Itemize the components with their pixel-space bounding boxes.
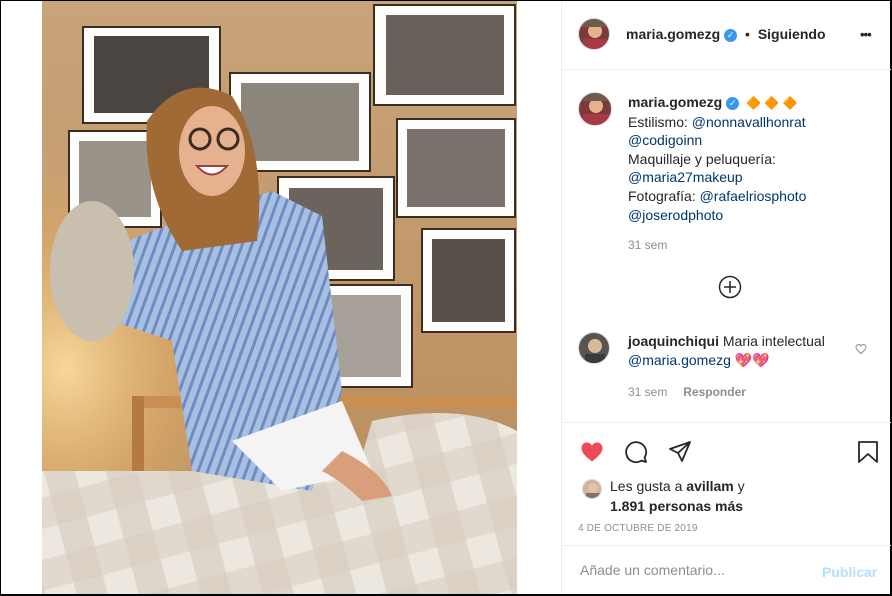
post-date[interactable]: 4 DE OCTUBRE DE 2019 xyxy=(578,523,698,534)
likes-count-link[interactable]: 1.891 personas más xyxy=(610,498,743,514)
post-photo[interactable] xyxy=(42,1,517,594)
more-options-label: ••• xyxy=(860,27,872,42)
add-comment-bar: Publicar xyxy=(562,545,891,595)
following-button[interactable]: Siguiendo xyxy=(758,26,826,42)
comment-emoji: 💖💖 xyxy=(734,351,770,368)
caption-author-username[interactable]: maria.gomezg xyxy=(628,94,722,110)
mention-codigoinn[interactable]: @codigoinn xyxy=(628,131,868,150)
comment-meta: 31 sem Responder xyxy=(628,382,848,402)
mention-maria27makeup[interactable]: @maria27makeup xyxy=(628,168,868,187)
bookmark-icon xyxy=(858,441,878,463)
comment-timestamp[interactable]: 31 sem xyxy=(628,385,667,399)
share-button[interactable] xyxy=(668,440,692,469)
author-avatar[interactable] xyxy=(578,18,610,50)
add-comment-input[interactable] xyxy=(578,561,802,579)
liker-avatar[interactable] xyxy=(582,479,602,499)
caption-verified-badge-icon: ✓ xyxy=(726,96,740,110)
caption-avatar-image xyxy=(579,93,611,125)
publish-button[interactable]: Publicar xyxy=(822,564,877,580)
caption-styling-label: Estilismo: xyxy=(628,113,688,130)
comment-bubble-icon xyxy=(625,441,648,464)
verified-badge-icon: ✓ xyxy=(724,28,738,42)
likes-prefix: Les gusta a xyxy=(610,478,683,494)
post-side-panel: maria.gomezg ✓ • Siguiendo ••• maria.gome… xyxy=(561,1,891,594)
caption-timestamp[interactable]: 31 sem xyxy=(628,236,868,255)
comment-item: joaquinchiqui Maria intelectual @maria.g… xyxy=(628,332,848,402)
comment-button[interactable] xyxy=(624,440,648,469)
caption-first-line: maria.gomezg ✓ 🔶 🔶 🔶 xyxy=(628,93,868,113)
mention-joserodphoto[interactable]: @joserodphoto xyxy=(628,206,868,225)
likes-connector: y xyxy=(737,478,745,494)
heart-outline-icon xyxy=(855,343,867,355)
plus-circle-icon xyxy=(718,275,742,299)
photo-illustration xyxy=(42,1,517,594)
post-caption: maria.gomezg ✓ 🔶 🔶 🔶 Estilismo: @nonnaval… xyxy=(628,93,868,255)
comment-author-username[interactable]: joaquinchiqui xyxy=(628,333,719,349)
mention-rafaelriosphoto[interactable]: @rafaelriosphoto xyxy=(700,188,807,204)
caption-photo-label: Fotografía: xyxy=(628,187,696,204)
comment-text: Maria intelectual xyxy=(722,333,825,349)
mention-nonnavallhonrat[interactable]: @nonnavallhonrat xyxy=(692,114,806,130)
more-options-icon[interactable]: ••• xyxy=(860,27,872,42)
comment-reply-button[interactable]: Responder xyxy=(683,385,746,399)
header-separator: • xyxy=(745,26,750,42)
author-username[interactable]: maria.gomezg xyxy=(626,26,720,42)
post-modal: maria.gomezg ✓ • Siguiendo ••• maria.gome… xyxy=(1,1,891,594)
liker-avatar-image xyxy=(586,483,600,498)
caption-diamond-emoji: 🔶 🔶 🔶 xyxy=(746,96,798,110)
paper-plane-icon xyxy=(669,441,691,462)
caption-makeup-label: Maquillaje y peluquería: xyxy=(628,150,776,167)
save-button[interactable] xyxy=(856,440,880,469)
comment-author-avatar[interactable] xyxy=(578,332,610,364)
post-header: maria.gomezg ✓ • Siguiendo ••• xyxy=(562,1,891,70)
caption-author-avatar[interactable] xyxy=(578,92,612,126)
header-meta: maria.gomezg ✓ • Siguiendo xyxy=(626,26,826,42)
comment-avatar-image xyxy=(585,339,605,363)
load-more-comments-icon[interactable] xyxy=(718,275,742,304)
comment-like-icon[interactable] xyxy=(855,342,867,360)
caption-styling-line: Estilismo: @nonnavallhonrat xyxy=(628,113,868,132)
comment-mention[interactable]: @maria.gomezg xyxy=(628,352,731,368)
post-media-area xyxy=(1,1,561,594)
caption-photo-line: Fotografía: @rafaelriosphoto xyxy=(628,187,868,206)
like-button[interactable] xyxy=(580,440,604,469)
heart-filled-icon xyxy=(581,442,603,462)
likes-summary: Les gusta a avillam y 1.891 personas más xyxy=(610,476,870,516)
author-avatar-image xyxy=(579,19,609,49)
liker-username[interactable]: avillam xyxy=(686,478,733,494)
